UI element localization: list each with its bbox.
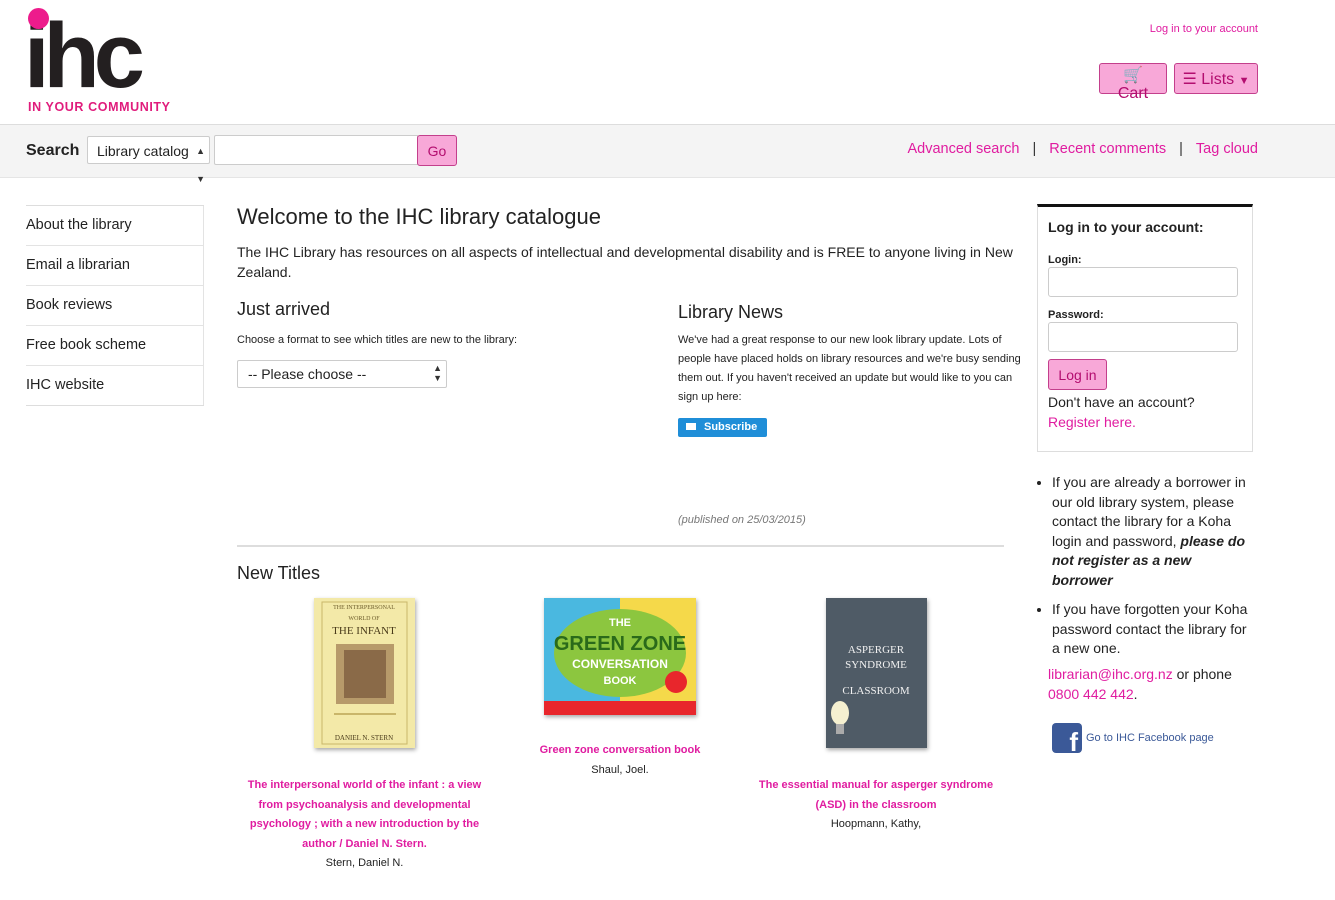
lists-button[interactable]: ☰ Lists ▼ xyxy=(1174,63,1258,94)
sidebar-item-book-reviews[interactable]: Book reviews xyxy=(26,286,204,326)
phone-link[interactable]: 0800 442 442 xyxy=(1048,686,1134,702)
cover-text: CONVERSATION xyxy=(572,657,668,671)
format-select[interactable]: -- Please choose -- ▲ ▼ xyxy=(237,360,447,388)
contact-info: librarian@ihc.org.nz or phone 0800 442 4… xyxy=(1048,665,1248,704)
book-item: Green zone conversation book Shaul, Joel… xyxy=(520,741,720,780)
recent-comments-link[interactable]: Recent comments xyxy=(1049,141,1166,157)
subscribe-label: Subscribe xyxy=(704,421,758,433)
search-scope-select[interactable]: Library catalog ▲ ▼ xyxy=(87,136,210,184)
advanced-search-link[interactable]: Advanced search xyxy=(907,141,1019,157)
search-input[interactable] xyxy=(214,135,418,165)
cover-text: THE xyxy=(609,617,631,629)
divider xyxy=(237,545,1004,547)
cart-label: Cart xyxy=(1117,85,1149,102)
or-phone-text: or phone xyxy=(1172,666,1232,682)
login-label: Login: xyxy=(1048,254,1082,266)
login-heading: Log in to your account: xyxy=(1048,219,1204,235)
account-notes: If you are already a borrower in our old… xyxy=(1041,473,1251,669)
log-in-button[interactable]: Log in xyxy=(1048,359,1107,390)
cover-text: GREEN ZONE xyxy=(554,633,686,655)
cover-text: CLASSROOM xyxy=(842,685,909,697)
period: . xyxy=(1133,685,1138,702)
cover-text: DANIEL N. STERN xyxy=(335,734,393,742)
book-author: Hoopmann, Kathy, xyxy=(830,818,922,830)
note-forgotten-password: If you have forgotten your Koha password… xyxy=(1052,600,1251,659)
sidebar-item-email-librarian[interactable]: Email a librarian xyxy=(26,246,204,286)
book-cover-interpersonal-world[interactable]: THE INTERPERSONAL WORLD OF THE INFANT DA… xyxy=(314,598,415,748)
subscribe-button[interactable]: Subscribe xyxy=(678,418,767,437)
cover-text: SYNDROME xyxy=(845,659,907,671)
book-item: The interpersonal world of the infant : … xyxy=(237,776,492,874)
library-news-heading: Library News xyxy=(678,302,784,322)
book-author: Shaul, Joel. xyxy=(591,763,649,776)
tag-cloud-link[interactable]: Tag cloud xyxy=(1196,141,1258,157)
sidebar-nav: About the library Email a librarian Book… xyxy=(26,205,204,406)
select-arrow-icon: ▲ ▼ xyxy=(196,146,205,184)
librarian-email-link[interactable]: librarian@ihc.org.nz xyxy=(1048,666,1173,682)
book-title-link[interactable]: Green zone conversation book xyxy=(520,741,720,761)
ihc-logo[interactable]: ihc IN YOUR COMMUNITY xyxy=(24,6,170,116)
note-borrower: If you are already a borrower in our old… xyxy=(1052,473,1251,590)
new-titles-heading: New Titles xyxy=(237,563,321,583)
search-label: Search xyxy=(26,142,80,159)
register-link[interactable]: Register here. xyxy=(1048,414,1136,430)
book-author: Stern, Daniel N. xyxy=(325,857,404,869)
book-title-link[interactable]: The interpersonal world of the infant : … xyxy=(237,776,492,854)
separator: | xyxy=(1032,141,1037,157)
facebook-icon: f xyxy=(1052,723,1082,753)
cover-text: ASPERGER xyxy=(848,644,905,656)
book-title-link[interactable]: The essential manual for asperger syndro… xyxy=(745,776,1007,815)
caret-down-icon: ▼ xyxy=(1238,74,1250,87)
book-cover-asperger-manual[interactable]: ASPERGER SYNDROME CLASSROOM xyxy=(826,598,927,748)
lists-label: Lists xyxy=(1201,70,1235,88)
book-item: The essential manual for asperger syndro… xyxy=(745,776,1007,835)
search-scope-value: Library catalog xyxy=(97,143,189,159)
cart-icon: 🛒 xyxy=(1123,67,1143,84)
separator: | xyxy=(1179,141,1183,157)
password-field[interactable] xyxy=(1048,322,1238,352)
just-arrived-heading: Just arrived xyxy=(237,299,331,319)
published-date: (published on 25/03/2015) xyxy=(678,514,806,526)
login-field[interactable] xyxy=(1048,267,1238,297)
select-arrow-icon: ▲ ▼ xyxy=(433,363,442,383)
logo-tagline: IN YOUR COMMUNITY xyxy=(28,100,171,114)
logo-dot xyxy=(28,8,49,29)
cart-button[interactable]: 🛒 Cart xyxy=(1099,63,1167,102)
library-news-text: We've had a great response to our new lo… xyxy=(678,334,1021,403)
sidebar-item-free-book-scheme[interactable]: Free book scheme xyxy=(26,326,204,366)
intro-text: The IHC Library has resources on all asp… xyxy=(237,244,1013,280)
facebook-link-text: Go to IHC Facebook page xyxy=(1086,732,1214,744)
cover-text: BOOK xyxy=(604,675,637,687)
cover-text: THE INFANT xyxy=(332,625,396,637)
just-arrived-text: Choose a format to see which titles are … xyxy=(237,334,518,346)
format-select-value: -- Please choose -- xyxy=(248,366,367,382)
login-panel: Log in to your account: Login: Password:… xyxy=(1037,204,1253,452)
header-login-link[interactable]: Log in to your account xyxy=(1150,23,1258,35)
list-icon: ☰ xyxy=(1182,70,1197,88)
no-account-text: Don't have an account? xyxy=(1048,394,1195,410)
search-go-button[interactable]: Go xyxy=(417,135,457,166)
search-bar: Search Library catalog ▲ ▼ Go Advanced se… xyxy=(0,124,1335,184)
envelope-icon xyxy=(686,422,696,430)
search-links: Advanced search | Recent comments | Tag clou… xyxy=(907,141,1258,157)
register-prompt: Don't have an account? Register here. xyxy=(1048,393,1195,432)
page-title: Welcome to the IHC library catalogue xyxy=(237,204,601,229)
cover-text: WORLD OF xyxy=(348,616,380,622)
cover-text: THE INTERPERSONAL xyxy=(333,605,395,611)
book-cover-green-zone[interactable]: THE GREEN ZONE CONVERSATION BOOK xyxy=(544,598,696,715)
sidebar-item-ihc-website[interactable]: IHC website xyxy=(26,366,204,405)
sidebar-item-about[interactable]: About the library xyxy=(26,206,204,246)
password-label: Password: xyxy=(1048,309,1104,321)
